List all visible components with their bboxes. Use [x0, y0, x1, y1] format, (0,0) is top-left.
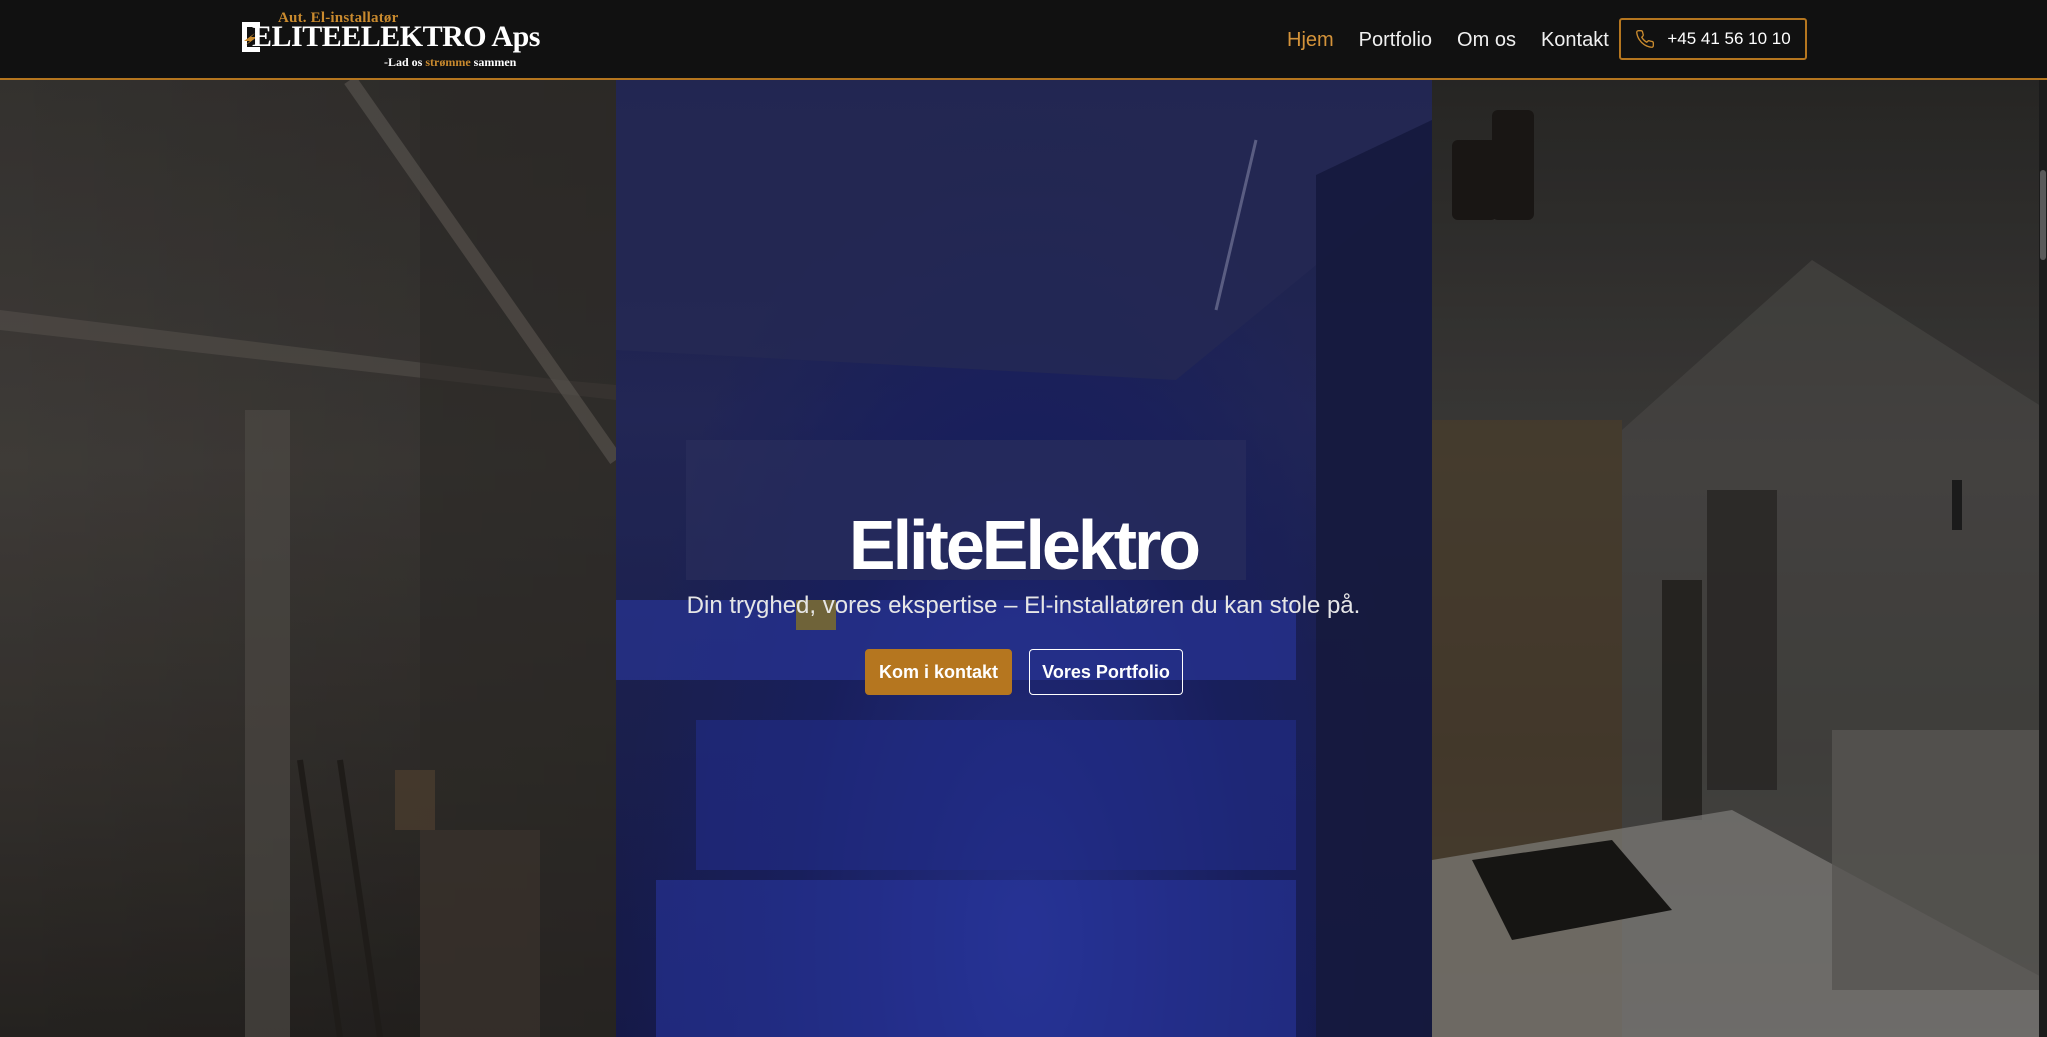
logo-tagline: -Lad os strømme sammen	[384, 55, 517, 69]
contact-button[interactable]: Kom i kontakt	[865, 649, 1012, 695]
nav-item-kontakt[interactable]: Kontakt	[1541, 26, 1609, 54]
portfolio-button[interactable]: Vores Portfolio	[1029, 649, 1183, 695]
hero-title: EliteElektro	[848, 506, 1201, 584]
logo-wordmark: ELITEELEKTRO Aps	[252, 20, 540, 53]
logo[interactable]: Aut. El-installatør ELITEELEKTRO Aps -La…	[242, 10, 540, 70]
phone-number: +45 41 56 10 10	[1667, 29, 1791, 48]
phone-icon	[1636, 29, 1655, 48]
scrollbar-thumb[interactable]	[2040, 170, 2046, 260]
hero-subtitle: Din tryghed, vores ekspertise – El-insta…	[686, 592, 1361, 619]
hero-section: EliteElektro Din tryghed, vores eksperti…	[0, 80, 2047, 1037]
nav-item-hjem[interactable]: Hjem	[1287, 26, 1334, 54]
phone-button[interactable]: +45 41 56 10 10	[1619, 18, 1807, 60]
hero-content: EliteElektro Din tryghed, vores eksperti…	[0, 80, 2047, 1037]
page-scrollbar[interactable]	[2039, 80, 2047, 1037]
nav-item-portfolio[interactable]: Portfolio	[1359, 26, 1432, 54]
main-nav: Hjem Portfolio Om os Kontakt	[1287, 26, 1634, 54]
nav-item-om-os[interactable]: Om os	[1457, 26, 1516, 54]
site-header: Aut. El-installatør ELITEELEKTRO Aps -La…	[0, 0, 2047, 80]
